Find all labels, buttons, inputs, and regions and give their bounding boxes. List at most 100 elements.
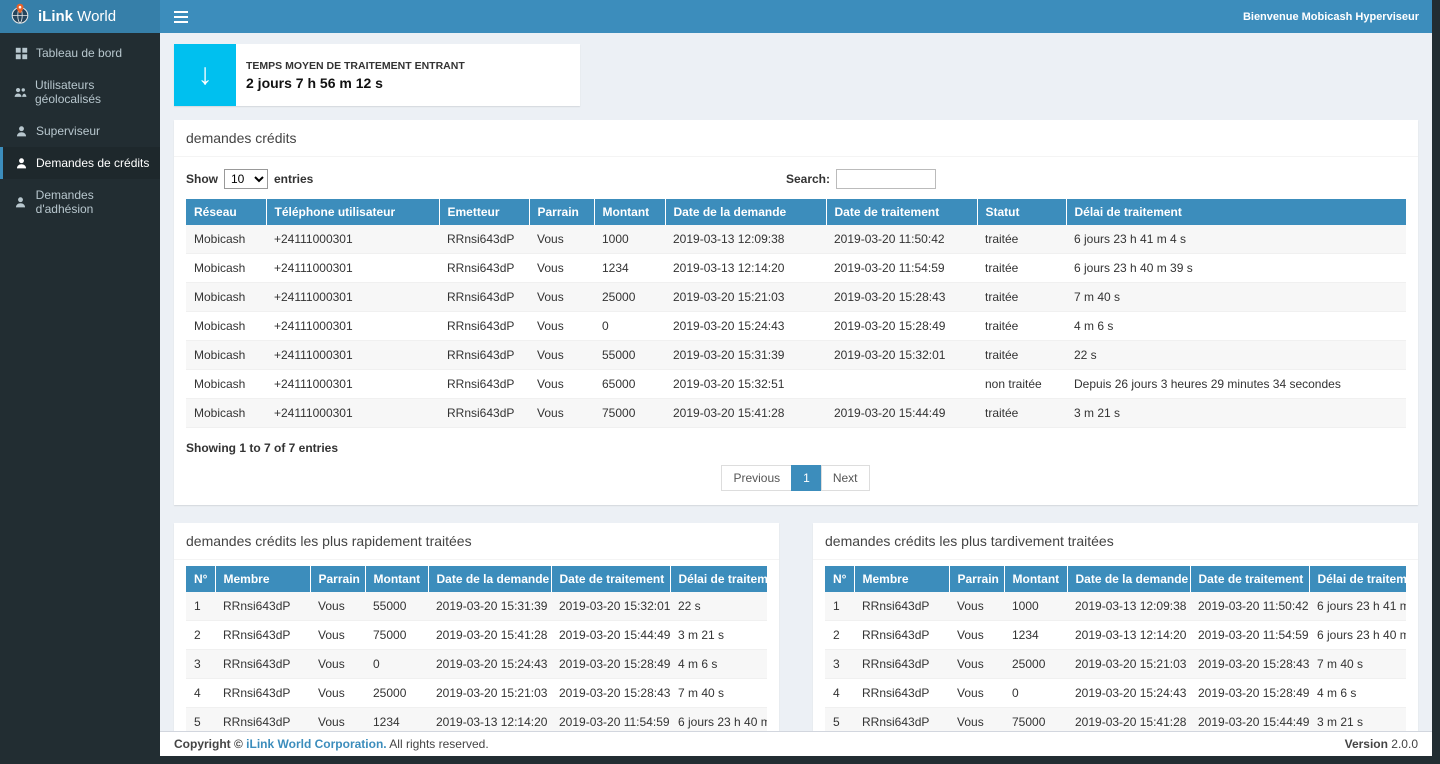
sidebar-item-tableau-de-bord[interactable]: Tableau de bord [0, 37, 160, 69]
table-cell: 1 [186, 592, 215, 621]
table-cell: 2019-03-20 15:41:28 [428, 621, 551, 650]
show-label: Show [186, 172, 218, 186]
table-row: 2RRnsi643dPVous12342019-03-13 12:14:2020… [825, 621, 1406, 650]
header-row: RéseauTéléphone utilisateurEmetteurParra… [186, 199, 1406, 225]
table-row: 5RRnsi643dPVous750002019-03-20 15:41:282… [825, 708, 1406, 732]
sidebar-nav: Tableau de bord Utilisateurs géolocalisé… [0, 33, 160, 225]
table-cell: 25000 [594, 283, 665, 312]
table-cell: 2019-03-20 15:44:49 [551, 621, 670, 650]
table-cell: 7 m 40 s [1066, 283, 1406, 312]
sidebar-item-superviseur[interactable]: Superviseur [0, 115, 160, 147]
header-row: N°MembreParrainMontantDate de la demande… [186, 566, 767, 592]
column-header[interactable]: Parrain [949, 566, 1004, 592]
table-cell: 2019-03-20 15:41:28 [1067, 708, 1190, 732]
panel-title: demandes crédits les plus tardivement tr… [813, 523, 1418, 560]
table-cell: 6 jours 23 h 41 m 4 s [1066, 225, 1406, 254]
next-page-button[interactable]: Next [821, 465, 870, 491]
table-cell: RRnsi643dP [439, 283, 529, 312]
column-header[interactable]: Montant [594, 199, 665, 225]
table-cell: 3 m 21 s [1309, 708, 1406, 732]
sidebar-item-demandes-adhesion[interactable]: Demandes d'adhésion [0, 179, 160, 225]
column-header[interactable]: Date de traitement [826, 199, 977, 225]
table-cell: traitée [977, 399, 1066, 428]
bottom-panels-row: demandes crédits les plus rapidement tra… [174, 523, 1418, 731]
column-header[interactable]: N° [186, 566, 215, 592]
table-cell: 2019-03-20 11:50:42 [1190, 592, 1309, 621]
column-header[interactable]: Date de la demande [665, 199, 826, 225]
column-header[interactable]: Date de la demande [1067, 566, 1190, 592]
column-header[interactable]: Statut [977, 199, 1066, 225]
avg-processing-time-infobox: ↓ TEMPS MOYEN DE TRAITEMENT ENTRANT 2 jo… [174, 44, 580, 106]
table-cell: 2019-03-20 15:28:43 [1190, 650, 1309, 679]
table-cell: 2019-03-20 15:32:01 [826, 341, 977, 370]
slowest-processed-panel: demandes crédits les plus tardivement tr… [813, 523, 1418, 731]
table-cell: Mobicash [186, 399, 266, 428]
column-header[interactable]: Date de traitement [1190, 566, 1309, 592]
user-welcome[interactable]: Bienvenue Mobicash Hyperviseur [1243, 11, 1432, 23]
column-header[interactable]: Date de traitement [551, 566, 670, 592]
table-cell: Vous [949, 708, 1004, 732]
table-cell: Vous [529, 283, 594, 312]
credits-requests-table: RéseauTéléphone utilisateurEmetteurParra… [186, 199, 1406, 428]
entries-label: entries [274, 172, 313, 186]
table-row: 1RRnsi643dPVous10002019-03-13 12:09:3820… [825, 592, 1406, 621]
table-cell: 0 [365, 650, 428, 679]
table-cell: Depuis 26 jours 3 heures 29 minutes 34 s… [1066, 370, 1406, 399]
column-header[interactable]: Parrain [310, 566, 365, 592]
column-header[interactable]: Délai de traitement [1066, 199, 1406, 225]
table-cell: Mobicash [186, 225, 266, 254]
search-input[interactable] [836, 169, 936, 189]
column-header[interactable]: Date de la demande [428, 566, 551, 592]
column-header[interactable]: Délai de traitement [670, 566, 767, 592]
footer-copyright: Copyright © iLink World Corporation. All… [174, 737, 489, 751]
table-cell: Vous [949, 592, 1004, 621]
main-column: Bienvenue Mobicash Hyperviseur ↓ TEMPS M… [160, 0, 1432, 756]
table-cell: 2019-03-20 15:32:51 [665, 370, 826, 399]
users-location-icon [14, 85, 27, 99]
table-cell: 3 [825, 650, 854, 679]
table-cell: 5 [825, 708, 854, 732]
table-cell: +24111000301 [266, 399, 439, 428]
table-cell: 22 s [670, 592, 767, 621]
brand-name-bold: iLink [38, 8, 73, 25]
sidebar-item-utilisateurs-geolocalises[interactable]: Utilisateurs géolocalisés [0, 69, 160, 115]
table-cell: 1 [825, 592, 854, 621]
table-cell: 3 [186, 650, 215, 679]
table-row: Mobicash+24111000301RRnsi643dPVous100020… [186, 225, 1406, 254]
column-header[interactable]: Membre [854, 566, 949, 592]
table-cell: 2019-03-20 15:24:43 [428, 650, 551, 679]
table-cell: 2019-03-13 12:14:20 [428, 708, 551, 732]
table-cell: Vous [949, 650, 1004, 679]
column-header[interactable]: Emetteur [439, 199, 529, 225]
column-header[interactable]: N° [825, 566, 854, 592]
table-cell: 2019-03-20 15:21:03 [428, 679, 551, 708]
page-1-button[interactable]: 1 [791, 465, 822, 491]
table-cell: 55000 [594, 341, 665, 370]
column-header[interactable]: Montant [365, 566, 428, 592]
table-cell: 4 m 6 s [670, 650, 767, 679]
search-control: Search: [786, 169, 936, 189]
table-summary: Showing 1 to 7 of 7 entries [186, 441, 1406, 455]
sidebar-item-demandes-de-credits[interactable]: Demandes de crédits [0, 147, 160, 179]
table-cell: Vous [310, 708, 365, 732]
column-header[interactable]: Délai de traitement [1309, 566, 1406, 592]
page-size-select[interactable]: 10 [224, 169, 268, 189]
table-cell: 2019-03-20 15:31:39 [665, 341, 826, 370]
table-cell: Vous [310, 650, 365, 679]
table-cell: RRnsi643dP [854, 621, 949, 650]
column-header[interactable]: Parrain [529, 199, 594, 225]
column-header[interactable]: Membre [215, 566, 310, 592]
table-cell: 0 [1004, 679, 1067, 708]
content-area: ↓ TEMPS MOYEN DE TRAITEMENT ENTRANT 2 jo… [160, 33, 1432, 731]
brand-logo[interactable]: iLink World [0, 0, 160, 33]
company-link[interactable]: iLink World Corporation. [246, 737, 386, 751]
column-header[interactable]: Réseau [186, 199, 266, 225]
table-row: Mobicash+24111000301RRnsi643dPVous650002… [186, 370, 1406, 399]
table-row: 4RRnsi643dPVous250002019-03-20 15:21:032… [186, 679, 767, 708]
column-header[interactable]: Montant [1004, 566, 1067, 592]
table-cell: +24111000301 [266, 225, 439, 254]
previous-page-button[interactable]: Previous [721, 465, 792, 491]
sidebar-toggle-button[interactable] [160, 0, 202, 33]
table-cell: Vous [529, 254, 594, 283]
column-header[interactable]: Téléphone utilisateur [266, 199, 439, 225]
